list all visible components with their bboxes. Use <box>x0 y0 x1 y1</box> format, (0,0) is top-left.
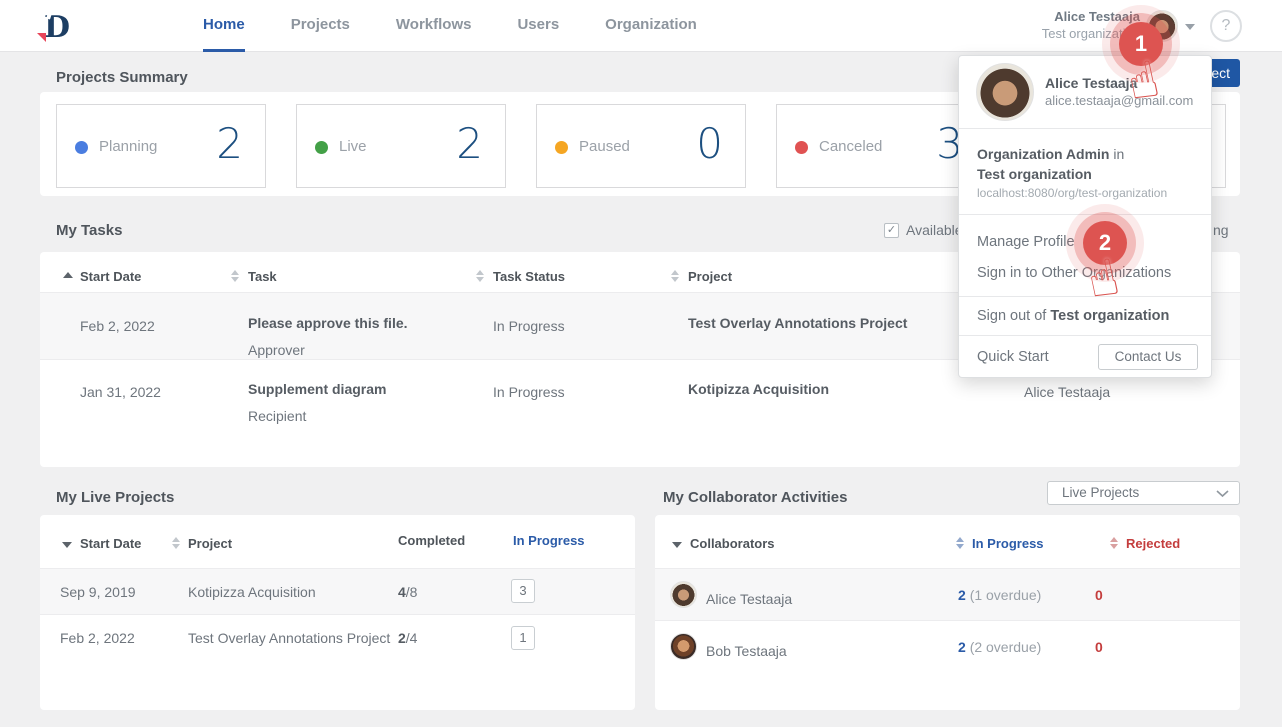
card-value: 2 <box>216 119 243 168</box>
dropdown-role-line: Organization Admin in <box>977 146 1124 162</box>
collab-col-rejected[interactable]: Rejected <box>1126 536 1180 551</box>
collab-in-progress: 2 (2 overdue) <box>958 639 1041 655</box>
task-date: Jan 31, 2022 <box>80 384 161 400</box>
in-progress-count[interactable]: 3 <box>511 579 535 603</box>
divider <box>959 296 1211 297</box>
top-navigation-bar: D Home Projects Workflows Users Organiza… <box>0 0 1282 52</box>
pending-label-fragment[interactable]: ng <box>1213 222 1229 238</box>
live-completed: 4/8 <box>398 584 417 600</box>
planning-dot-icon <box>75 141 88 154</box>
card-label: Paused <box>579 138 630 155</box>
sort-icon[interactable] <box>1110 537 1118 549</box>
menu-item-quick-start[interactable]: Quick Start <box>977 349 1049 365</box>
live-project: Test Overlay Annotations Project <box>188 630 390 646</box>
card-label: Live <box>339 138 367 155</box>
sort-asc-icon[interactable] <box>63 272 73 278</box>
task-status: In Progress <box>493 318 565 334</box>
live-project: Kotipizza Acquisition <box>188 584 316 600</box>
sort-icon[interactable] <box>172 537 180 549</box>
nav-users[interactable]: Users <box>517 0 559 52</box>
collaborator-name: Bob Testaaja <box>706 643 787 659</box>
projects-filter-select[interactable]: Live Projects <box>1047 481 1240 505</box>
nav-home[interactable]: Home <box>203 0 245 52</box>
avatar <box>976 63 1034 121</box>
avatar <box>670 581 697 608</box>
available-label[interactable]: Available <box>906 222 963 238</box>
paused-dot-icon <box>555 141 568 154</box>
sort-icon[interactable] <box>476 270 484 282</box>
live-dot-icon <box>315 141 328 154</box>
sort-desc-icon[interactable] <box>672 542 682 548</box>
help-icon[interactable]: ? <box>1210 10 1242 42</box>
filter-value: Live Projects <box>1062 485 1139 500</box>
task-status: In Progress <box>493 384 565 400</box>
tasks-col-project[interactable]: Project <box>688 269 732 284</box>
nav-projects[interactable]: Projects <box>291 0 350 52</box>
user-name: Alice Testaaja <box>1042 8 1140 25</box>
nav-workflows[interactable]: Workflows <box>396 0 472 52</box>
chevron-down-icon[interactable] <box>1185 24 1195 30</box>
menu-item-manage-profile[interactable]: Manage Profile <box>977 234 1075 250</box>
collab-col-in-progress[interactable]: In Progress <box>972 536 1044 551</box>
avatar <box>670 633 697 660</box>
task-project: Kotipizza Acquisition <box>688 381 829 397</box>
tasks-col-task-status[interactable]: Task Status <box>493 269 565 284</box>
my-live-projects-title: My Live Projects <box>56 489 174 506</box>
dropdown-user-name: Alice Testaaja <box>1045 75 1137 91</box>
card-label: Planning <box>99 138 157 155</box>
collab-col-collaborators[interactable]: Collaborators <box>690 536 775 551</box>
summary-card-canceled[interactable]: Canceled 3 <box>776 104 986 188</box>
contact-us-button[interactable]: Contact Us <box>1098 344 1198 370</box>
live-col-completed: Completed <box>398 533 465 548</box>
card-label: Canceled <box>819 138 882 155</box>
task-role: Recipient <box>248 408 306 424</box>
task-date: Feb 2, 2022 <box>80 318 155 334</box>
chevron-down-icon <box>1216 490 1229 498</box>
collaborator-activities-title: My Collaborator Activities <box>663 489 847 506</box>
divider <box>959 335 1211 336</box>
task-name: Please approve this file. <box>248 315 408 331</box>
dropdown-org-name: Test organization <box>977 166 1092 182</box>
nav-organization[interactable]: Organization <box>605 0 697 52</box>
summary-card-paused[interactable]: Paused 0 <box>536 104 746 188</box>
menu-item-sign-in-other-orgs[interactable]: Sign in to Other Organizations <box>977 265 1171 281</box>
menu-item-sign-out[interactable]: Sign out of Test organization <box>977 308 1169 324</box>
projects-summary-title: Projects Summary <box>56 69 188 86</box>
collab-rejected: 0 <box>1095 587 1103 603</box>
summary-card-live[interactable]: Live 2 <box>296 104 506 188</box>
sort-icon[interactable] <box>671 270 679 282</box>
available-checkbox[interactable]: ✓ <box>884 223 899 238</box>
divider <box>959 214 1211 215</box>
tasks-col-task[interactable]: Task <box>248 269 277 284</box>
live-col-start-date[interactable]: Start Date <box>80 536 141 551</box>
divider <box>959 128 1211 129</box>
live-date: Sep 9, 2019 <box>60 584 136 600</box>
task-role: Approver <box>248 342 305 358</box>
main-nav: Home Projects Workflows Users Organizati… <box>203 0 697 52</box>
dropdown-org-url: localhost:8080/org/test-organization <box>977 186 1167 200</box>
card-value: 2 <box>456 119 483 168</box>
live-col-project[interactable]: Project <box>188 536 232 551</box>
canceled-dot-icon <box>795 141 808 154</box>
sort-desc-icon[interactable] <box>62 542 72 548</box>
task-project: Test Overlay Annotations Project <box>688 315 907 331</box>
collaborator-name: Alice Testaaja <box>706 591 792 607</box>
user-dropdown-menu: Alice Testaaja alice.testaaja@gmail.com … <box>958 55 1212 378</box>
sort-icon[interactable] <box>231 270 239 282</box>
task-name: Supplement diagram <box>248 381 386 397</box>
my-tasks-title: My Tasks <box>56 222 122 239</box>
card-value: 0 <box>696 119 723 168</box>
task-assignee: Alice Testaaja <box>1024 384 1110 400</box>
collab-rejected: 0 <box>1095 639 1103 655</box>
collab-in-progress: 2 (1 overdue) <box>958 587 1041 603</box>
sort-icon[interactable] <box>956 537 964 549</box>
tasks-col-start-date[interactable]: Start Date <box>80 269 141 284</box>
dropdown-user-email: alice.testaaja@gmail.com <box>1045 93 1193 108</box>
in-progress-count[interactable]: 1 <box>511 626 535 650</box>
live-col-in-progress[interactable]: In Progress <box>513 533 585 548</box>
live-completed: 2/4 <box>398 630 417 646</box>
summary-card-planning[interactable]: Planning 2 <box>56 104 266 188</box>
live-date: Feb 2, 2022 <box>60 630 135 646</box>
app-logo-icon[interactable]: D <box>34 9 76 43</box>
